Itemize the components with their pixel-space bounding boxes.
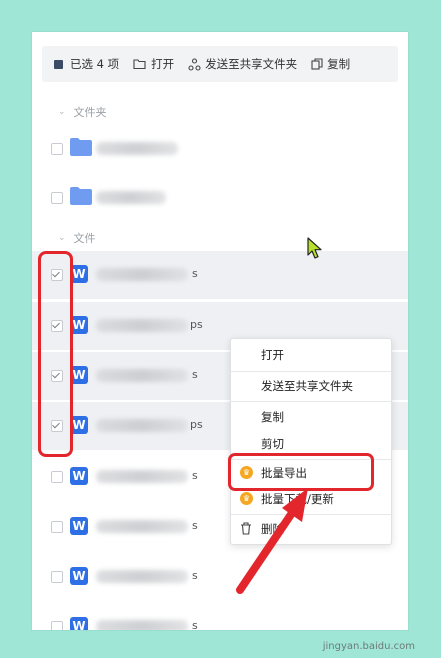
chevron-down-icon: ⌄ [58,107,66,117]
files-section-header[interactable]: ⌄ 文件 [58,230,96,246]
file-name-suffix: s [192,267,198,280]
word-doc-icon: W [70,517,88,535]
selection-indicator-icon[interactable] [54,59,63,69]
menu-item-cut-label: 剪切 [261,437,284,451]
row-checkbox[interactable] [51,471,63,483]
annotation-highlight-checkboxes [38,251,73,457]
blurred-file-name [96,620,188,630]
word-doc-icon: W [70,617,88,630]
menu-item-open-label: 打开 [261,348,284,362]
file-name-suffix: ps [190,418,203,431]
send-button-label: 发送至共享文件夹 [205,57,298,71]
file-manager-panel: 已选 4 项 打开 发送至共享文件夹 复制 ⌄ 文件夹 ⌄ 文件 W s W p… [32,32,408,630]
folders-section-header[interactable]: ⌄ 文件夹 [58,104,107,120]
row-checkbox[interactable] [51,571,63,583]
blurred-file-name [96,319,188,332]
files-section-label: 文件 [73,232,96,245]
folder-open-icon [133,59,146,70]
file-name-suffix: s [192,619,198,630]
menu-divider [231,401,391,402]
mouse-cursor-icon [307,237,322,259]
blurred-file-name [96,268,188,281]
open-button-label: 打开 [151,57,175,71]
file-row[interactable]: W s [32,603,408,630]
menu-item-send-to-shared[interactable]: 发送至共享文件夹 [231,373,391,399]
selected-count-label: 已选 4 项 [70,57,120,71]
menu-item-copy[interactable]: 复制 [231,404,391,430]
copy-icon [311,58,323,70]
chevron-down-icon: ⌄ [58,233,66,243]
file-row[interactable]: W s [32,553,408,601]
row-checkbox[interactable] [51,192,63,204]
blurred-file-name [96,470,188,483]
folder-row[interactable] [32,174,408,222]
open-button[interactable]: 打开 [133,56,174,72]
blurred-folder-name [96,191,166,204]
file-row[interactable]: W s [32,251,408,299]
menu-item-open[interactable]: 打开 [231,342,391,368]
word-doc-icon: W [70,567,88,585]
blurred-file-name [96,419,188,432]
folder-icon [70,138,92,156]
blurred-file-name [96,520,188,533]
file-name-suffix: s [192,368,198,381]
blurred-file-name [96,570,188,583]
folders-section-label: 文件夹 [73,106,107,119]
watermark: jingyan.baidu.com [322,641,415,652]
row-checkbox[interactable] [51,621,63,630]
menu-divider [231,371,391,372]
copy-button-label: 复制 [327,57,351,71]
blurred-folder-name [96,142,178,155]
file-name-suffix: s [192,569,198,582]
send-to-shared-folder-button[interactable]: 发送至共享文件夹 [188,56,297,72]
row-checkbox[interactable] [51,143,63,155]
file-name-suffix: s [192,469,198,482]
menu-item-copy-label: 复制 [261,410,284,424]
share-icon [188,57,201,71]
selection-toolbar: 已选 4 项 打开 发送至共享文件夹 复制 [42,46,398,82]
file-name-suffix: s [192,519,198,532]
folder-row[interactable] [32,125,408,173]
annotation-arrow [236,488,308,594]
row-checkbox[interactable] [51,521,63,533]
copy-button[interactable]: 复制 [311,56,350,72]
folder-icon [70,187,92,205]
file-name-suffix: ps [190,318,203,331]
menu-item-send-label: 发送至共享文件夹 [261,379,353,393]
word-doc-icon: W [70,467,88,485]
blurred-file-name [96,369,188,382]
